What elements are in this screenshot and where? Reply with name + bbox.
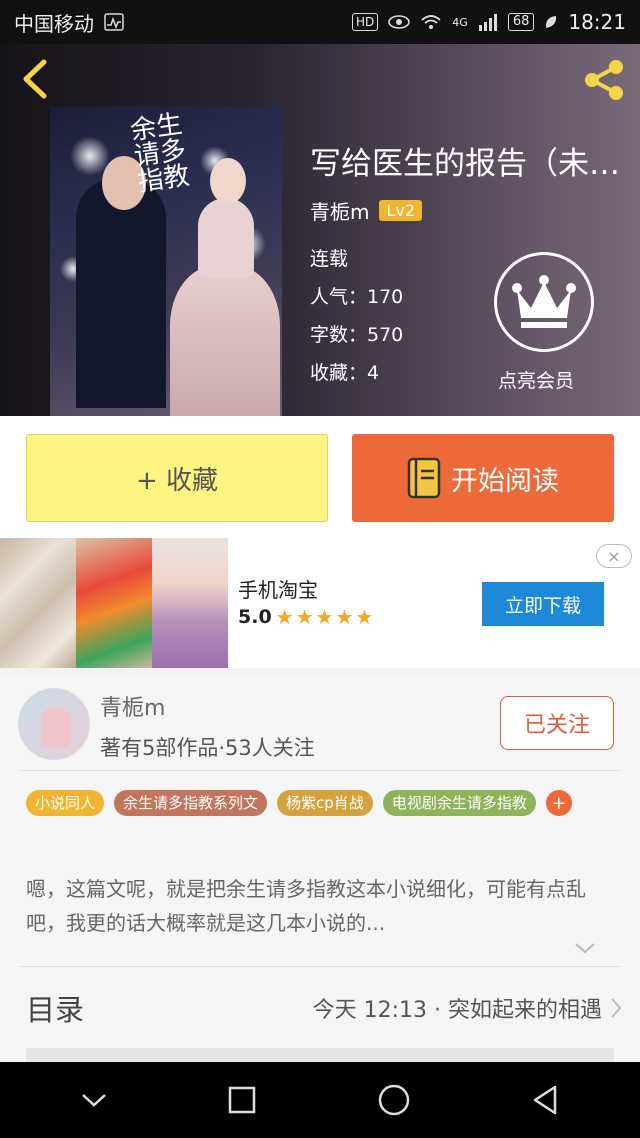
- start-reading-label: 开始阅读: [451, 465, 559, 497]
- ad-image[interactable]: [152, 538, 228, 668]
- action-bar: + 收藏 开始阅读: [0, 416, 640, 538]
- avatar[interactable]: [18, 688, 90, 760]
- divider: [18, 770, 622, 771]
- book-cover[interactable]: 余生请多指教: [50, 106, 282, 416]
- tag-item[interactable]: 杨紫cp肖战: [277, 790, 373, 816]
- ad-rating: 5.0 ★★★★★: [238, 605, 375, 629]
- nav-back-icon[interactable]: [530, 1084, 560, 1116]
- favorite-count: 收藏：4: [310, 362, 380, 384]
- level-badge: Lv2: [379, 200, 423, 221]
- status-bar: 中国移动 HD 4G 68 18:21: [0, 0, 640, 44]
- star-rating-icon: ★★★★★: [275, 605, 376, 629]
- nav-recent-icon[interactable]: [227, 1085, 257, 1115]
- divider: [18, 966, 622, 967]
- clock: 18:21: [568, 10, 626, 34]
- nav-home-icon[interactable]: [377, 1083, 411, 1117]
- system-nav-bar: [0, 1062, 640, 1138]
- signal-icon: [478, 14, 497, 31]
- ad-banner[interactable]: 手机淘宝 5.0 ★★★★★ 立即下载 ×: [0, 538, 640, 668]
- toc-title: 目录: [26, 993, 85, 1027]
- author-section: 青栀m 著有5部作品·53人关注 已关注 小说同人 余生请多指教系列文 杨紫cp…: [0, 676, 640, 1062]
- cover-title: 余生请多指教: [128, 109, 192, 198]
- word-count: 字数：570: [310, 324, 404, 346]
- hd-badge: HD: [352, 13, 379, 31]
- popularity: 人气：170: [310, 286, 404, 308]
- add-tag-icon[interactable]: +: [545, 790, 572, 816]
- tag-item[interactable]: 小说同人: [26, 790, 105, 816]
- nav-down-icon[interactable]: [80, 1091, 108, 1109]
- book-icon: [407, 457, 441, 499]
- latest-chapter[interactable]: 今天 12:13 · 突如起来的相遇: [313, 992, 622, 1024]
- book-description[interactable]: 嗯，这篇文呢，就是把余生请多指教这本小说细化，可能有点乱吧，我更的话大概率就是这…: [26, 872, 616, 940]
- chevron-down-icon[interactable]: [574, 942, 596, 954]
- share-icon[interactable]: [580, 56, 628, 104]
- wifi-icon: [421, 15, 441, 29]
- network-label: 4G: [452, 15, 468, 29]
- chevron-right-icon: [611, 998, 622, 1018]
- ad-app-name: 手机淘宝: [238, 578, 318, 602]
- tag-item[interactable]: 电视剧余生请多指教: [382, 790, 536, 816]
- book-title: 写给医生的报告（未完结）: [310, 146, 628, 182]
- book-header: 余生请多指教 写给医生的报告（未完结） 青栀m Lv2 连载 人气：170 字数…: [0, 44, 640, 416]
- ad-close-button[interactable]: ×: [596, 544, 632, 568]
- ad-download-button[interactable]: 立即下载: [482, 582, 604, 626]
- carrier-label: 中国移动: [14, 11, 94, 36]
- ad-image[interactable]: [0, 538, 76, 668]
- vip-label[interactable]: 点亮会员: [498, 366, 574, 393]
- author-card-name[interactable]: 青栀m: [100, 690, 165, 722]
- eye-icon: [388, 15, 411, 29]
- activity-icon: [104, 13, 124, 31]
- collect-button[interactable]: + 收藏: [26, 434, 328, 522]
- author-name[interactable]: 青栀m: [310, 196, 369, 225]
- author-stats: 著有5部作品·53人关注: [100, 736, 315, 760]
- table-of-contents-row[interactable]: 目录 今天 12:13 · 突如起来的相遇: [26, 980, 622, 1036]
- tag-list: 小说同人 余生请多指教系列文 杨紫cp肖战 电视剧余生请多指教 +: [26, 790, 626, 816]
- back-icon[interactable]: [16, 56, 56, 102]
- tag-item[interactable]: 余生请多指教系列文: [114, 790, 268, 816]
- chapter-list-placeholder: [26, 1048, 614, 1062]
- leaf-icon: [546, 16, 557, 28]
- author-row[interactable]: 青栀m Lv2: [310, 196, 423, 225]
- vip-button[interactable]: [494, 252, 594, 352]
- battery-indicator: 68: [507, 13, 535, 31]
- start-reading-button[interactable]: 开始阅读: [352, 434, 614, 522]
- ad-rating-value: 5.0: [238, 606, 272, 628]
- follow-button[interactable]: 已关注: [500, 696, 614, 750]
- serial-status: 连载: [310, 248, 349, 270]
- crown-icon: [512, 275, 576, 328]
- latest-chapter-label: 今天 12:13 · 突如起来的相遇: [312, 998, 602, 1023]
- ad-image[interactable]: [76, 538, 152, 668]
